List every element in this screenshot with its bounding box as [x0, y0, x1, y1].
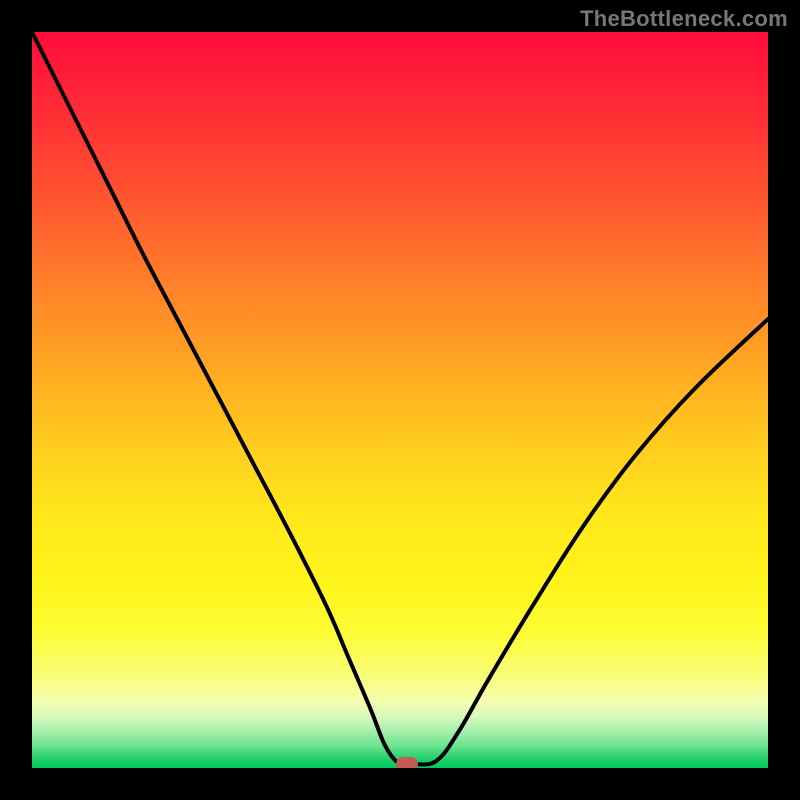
- plot-area: [32, 32, 768, 768]
- optimal-point-marker: [396, 757, 418, 768]
- curve-svg: [32, 32, 768, 768]
- chart-container: TheBottleneck.com: [0, 0, 800, 800]
- bottleneck-curve: [32, 32, 768, 766]
- watermark-text: TheBottleneck.com: [580, 6, 788, 32]
